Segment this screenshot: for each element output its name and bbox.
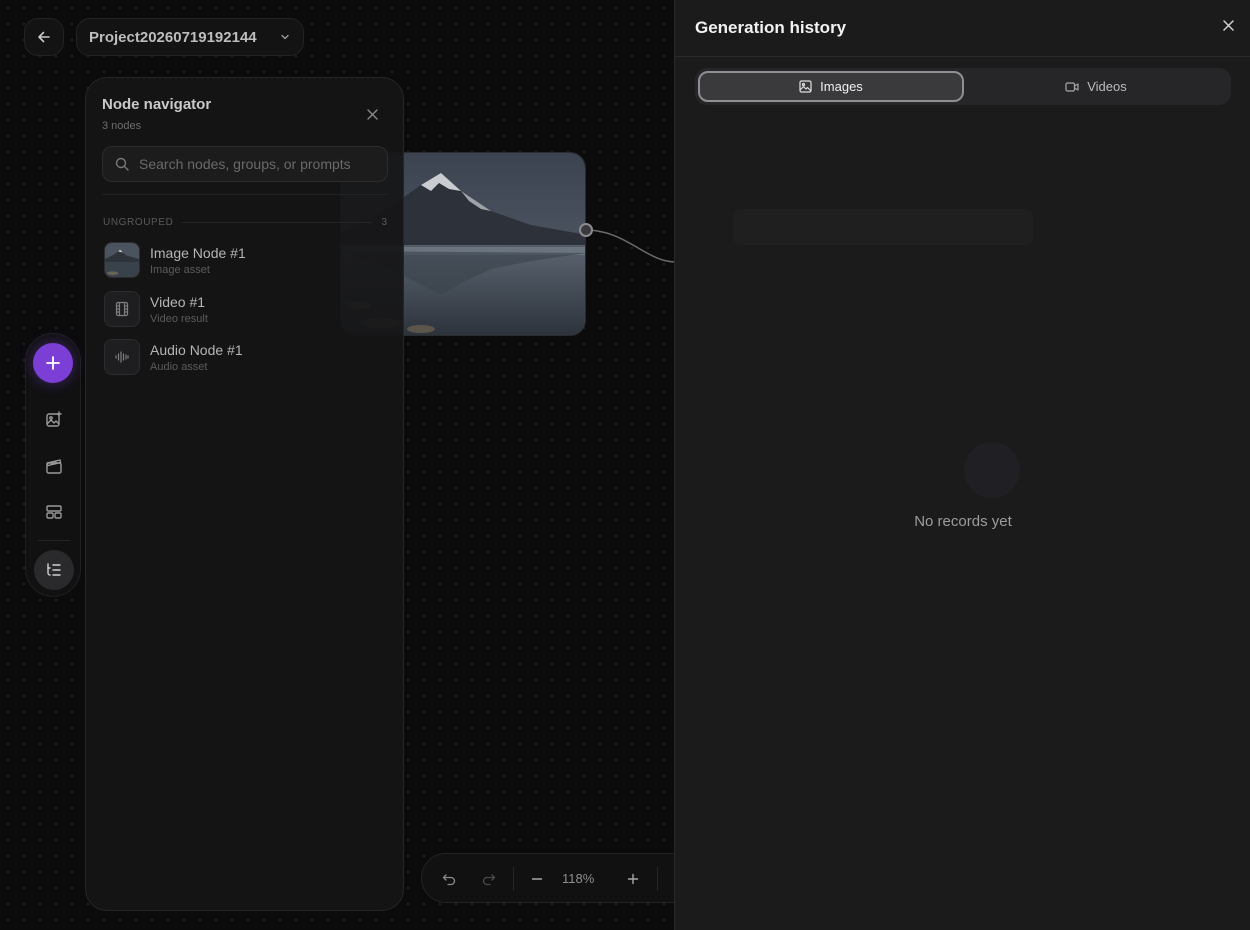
history-close-button[interactable]: [1217, 14, 1239, 36]
navigator-divider: [102, 194, 388, 195]
history-divider: [675, 56, 1250, 57]
film-icon-box: [104, 291, 140, 327]
add-image-button[interactable]: [34, 402, 74, 438]
plus-icon: [46, 356, 60, 370]
plus-icon: [627, 873, 639, 885]
left-toolbar: [25, 333, 81, 597]
generation-history-panel: Generation history Images Videos No reco…: [674, 0, 1250, 930]
empty-state-text: No records yet: [914, 513, 1012, 530]
node-type: Video result: [150, 312, 208, 325]
back-button[interactable]: [24, 18, 64, 56]
undo-icon: [442, 874, 456, 886]
layout-icon: [46, 505, 62, 519]
connection-edge: [586, 229, 676, 263]
node-name: Video #1: [150, 293, 206, 310]
zoom-divider: [657, 867, 658, 891]
project-name: Project20260719192144: [89, 28, 257, 46]
redo-icon: [482, 874, 496, 886]
close-icon: [366, 108, 378, 120]
image-icon: [799, 80, 812, 93]
chevron-down-icon: [281, 34, 289, 40]
list-tree-icon: [47, 563, 61, 576]
search-icon: [115, 157, 129, 171]
undo-button[interactable]: [438, 868, 460, 890]
group-line: [181, 221, 374, 223]
clapperboard-icon: [46, 459, 62, 474]
arrow-left-icon: [38, 31, 50, 43]
toolbar-divider: [38, 540, 70, 541]
image-thumbnail: [104, 242, 140, 278]
node-search-field[interactable]: [102, 146, 388, 182]
tab-videos[interactable]: Videos: [963, 71, 1229, 102]
node-name: Image Node #1: [150, 244, 246, 261]
node-navigator-button[interactable]: [34, 550, 74, 590]
navigator-item-image-node[interactable]: Image Node #1 Image asset: [102, 238, 388, 282]
add-video-button[interactable]: [34, 448, 74, 484]
add-node-button[interactable]: [33, 343, 73, 383]
node-type: Image asset: [150, 263, 210, 276]
waveform-icon: [115, 351, 129, 363]
empty-state-icon: [964, 442, 1020, 498]
tab-images[interactable]: Images: [698, 71, 964, 102]
node-search-input[interactable]: [139, 156, 354, 172]
minus-icon: [531, 878, 543, 880]
zoom-level: 118%: [562, 871, 595, 886]
group-count: 3: [381, 216, 387, 228]
zoom-divider: [513, 867, 514, 891]
add-layout-button[interactable]: [34, 494, 74, 530]
zoom-toolbar: 118%: [421, 853, 701, 903]
navigator-close-button[interactable]: [362, 104, 382, 124]
history-tabs: Images Videos: [695, 68, 1231, 105]
waveform-icon-box: [104, 339, 140, 375]
group-header-ungrouped: UNGROUPED 3: [103, 215, 387, 229]
project-selector[interactable]: Project20260719192144: [76, 18, 304, 56]
navigator-item-video[interactable]: Video #1 Video result: [102, 287, 388, 331]
navigator-item-audio-node[interactable]: Audio Node #1 Audio asset: [102, 335, 388, 379]
node-name: Audio Node #1: [150, 341, 243, 358]
film-icon: [115, 301, 129, 317]
image-plus-icon: [46, 411, 62, 427]
zoom-in-button[interactable]: [622, 868, 644, 890]
zoom-out-button[interactable]: [526, 868, 548, 890]
tab-images-label: Images: [820, 79, 863, 94]
loading-skeleton: [733, 209, 1033, 245]
video-camera-icon: [1065, 81, 1079, 92]
navigator-title: Node navigator: [102, 96, 212, 113]
node-navigator-panel: Node navigator 3 nodes UNGROUPED 3: [85, 77, 404, 911]
navigator-node-count: 3 nodes: [102, 120, 142, 132]
history-title: Generation history: [695, 18, 847, 37]
close-icon: [1222, 19, 1234, 31]
group-label: UNGROUPED: [103, 216, 174, 228]
node-output-port[interactable]: [579, 223, 593, 237]
redo-button[interactable]: [478, 868, 500, 890]
tab-videos-label: Videos: [1087, 79, 1127, 94]
node-type: Audio asset: [150, 360, 208, 373]
